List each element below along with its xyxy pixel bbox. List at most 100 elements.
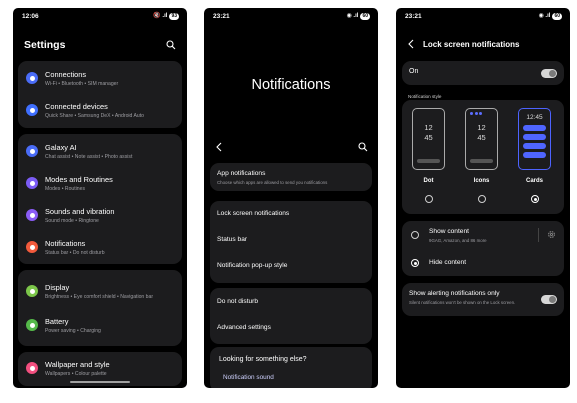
page-title: Notifications: [251, 77, 331, 93]
notification-style-label: Notification style: [408, 94, 442, 99]
notifications-screen: 23:21 ◉ .ıl 60 Notifications App notific…: [204, 8, 378, 388]
preview-card: [523, 143, 546, 149]
settings-item-subtitle: Wi-Fi • Bluetooth • SIM manager: [45, 81, 119, 87]
settings-item-title: Modes and Routines: [45, 175, 113, 184]
style-name-dot: Dot: [423, 178, 434, 184]
on-label: On: [409, 68, 419, 75]
preview-app-icons: [470, 112, 482, 115]
devices-icon: [26, 104, 38, 116]
radio-icons[interactable]: [478, 195, 486, 203]
lock-screen-notifications-screen: 23:21 ◉ .ıl 60 Lock screen notifications…: [396, 8, 570, 388]
notification-options-card: Lock screen notifications Status bar Not…: [210, 201, 372, 283]
do-not-disturb-item[interactable]: Do not disturb: [217, 298, 258, 305]
app-notifications-card[interactable]: App notifications Choose which apps are …: [210, 163, 372, 191]
settings-group-1: Connections Wi-Fi • Bluetooth • SIM mana…: [18, 61, 182, 128]
settings-item-subtitle: Quick Share • Samsung DeX • Android Auto: [45, 113, 144, 119]
settings-item-title: Battery: [45, 317, 69, 326]
settings-item-subtitle: Brightness • Eye comfort shield • Naviga…: [45, 294, 154, 300]
style-preview-dot[interactable]: 12 45: [412, 108, 445, 170]
advanced-settings-item[interactable]: Advanced settings: [217, 324, 271, 331]
back-arrow-icon[interactable]: [407, 39, 415, 49]
settings-screen: 12:06 🔇 .ıl 93 Settings Connections Wi-F…: [13, 8, 187, 388]
settings-item-modes-routines[interactable]: Modes and Routines Modes • Routines: [18, 170, 182, 200]
display-icon: [26, 285, 38, 297]
page-title: Lock screen notifications: [423, 40, 520, 49]
status-time: 23:21: [405, 13, 422, 20]
hide-content-label: Hide content: [429, 259, 467, 266]
battery-icon: 60: [552, 13, 562, 20]
settings-item-title: Connected devices: [45, 102, 108, 111]
preview-bar: [470, 159, 493, 163]
style-preview-cards[interactable]: 12:45: [518, 108, 551, 170]
radio-dot[interactable]: [425, 195, 433, 203]
status-bar: 12:06 🔇 .ıl 93: [22, 13, 179, 23]
status-time: 23:21: [213, 13, 230, 20]
settings-item-subtitle: Chat assist • Note assist • Photo assist: [45, 154, 133, 160]
gesture-bar[interactable]: [70, 381, 130, 383]
app-notifications-subtitle: Choose which apps are allowed to send yo…: [217, 180, 328, 185]
master-toggle[interactable]: [541, 69, 557, 78]
show-content-title: Show content: [429, 228, 469, 235]
modes-icon: [26, 177, 38, 189]
settings-item-galaxy-ai[interactable]: Galaxy AI Chat assist • Note assist • Ph…: [18, 138, 182, 168]
status-bar-item[interactable]: Status bar: [217, 236, 247, 243]
style-preview-icons[interactable]: 12 45: [465, 108, 498, 170]
status-bar: 23:21 ◉ .ıl 60: [405, 13, 562, 23]
alerting-only-card[interactable]: Show alerting notifications only Silent …: [402, 283, 564, 316]
radio-cards[interactable]: [531, 195, 539, 203]
looking-title: Looking for something else?: [219, 356, 307, 363]
preview-clock-minute: 45: [424, 133, 433, 142]
settings-item-title: Notifications: [45, 239, 86, 248]
radio-hide-content[interactable]: [411, 259, 419, 267]
status-icons: ◉ .ıl: [538, 13, 551, 19]
settings-item-title: Display: [45, 283, 70, 292]
bell-icon: [26, 241, 38, 253]
alerting-only-toggle[interactable]: [541, 295, 557, 304]
search-icon[interactable]: [166, 40, 176, 50]
preview-clock: 12:45: [526, 114, 543, 121]
battery-icon: 60: [360, 13, 370, 20]
notification-sound-link[interactable]: Notification sound: [223, 374, 274, 381]
app-notifications-title: App notifications: [217, 170, 266, 177]
divider: [538, 228, 539, 242]
preview-card: [523, 134, 546, 140]
settings-item-display[interactable]: Display Brightness • Eye comfort shield …: [18, 278, 182, 308]
settings-group-2: Galaxy AI Chat assist • Note assist • Ph…: [18, 134, 182, 264]
battery-icon: 93: [169, 13, 179, 20]
status-icons: ◉ .ıl: [346, 13, 359, 19]
preview-clock-hour: 12: [477, 123, 486, 132]
settings-item-connections[interactable]: Connections Wi-Fi • Bluetooth • SIM mana…: [18, 65, 182, 95]
settings-item-connected-devices[interactable]: Connected devices Quick Share • Samsung …: [18, 97, 182, 127]
preview-clock-minute: 45: [477, 133, 486, 142]
radio-show-content[interactable]: [411, 231, 419, 239]
preview-bar: [417, 159, 440, 163]
status-time: 12:06: [22, 13, 39, 20]
style-name-icons: Icons: [473, 178, 490, 184]
settings-item-subtitle: Status bar • Do not disturb: [45, 250, 105, 256]
battery-icon: [26, 319, 38, 331]
gear-icon[interactable]: [547, 230, 556, 239]
back-arrow-icon[interactable]: [215, 142, 223, 152]
popup-style-item[interactable]: Notification pop-up style: [217, 262, 287, 269]
settings-item-title: Galaxy AI: [45, 143, 77, 152]
settings-item-sounds[interactable]: Sounds and vibration Sound mode • Ringto…: [18, 202, 182, 232]
sound-icon: [26, 209, 38, 221]
ai-icon: [26, 145, 38, 157]
notification-style-card: 12 45 Dot 12 45 Icons 12:45 Cards: [402, 100, 564, 214]
wifi-icon: [26, 72, 38, 84]
master-switch-card[interactable]: On: [402, 61, 564, 85]
content-visibility-card: Show content 9GAG, Amazon, and 86 more H…: [402, 221, 564, 276]
wallpaper-icon: [26, 362, 38, 374]
alerting-only-subtitle: Silent notifications won't be shown on t…: [409, 300, 516, 305]
settings-item-battery[interactable]: Battery Power saving • Charging: [18, 312, 182, 342]
status-bar: 23:21 ◉ .ıl 60: [213, 13, 370, 23]
settings-item-subtitle: Modes • Routines: [45, 186, 86, 192]
settings-item-title: Sounds and vibration: [45, 207, 115, 216]
search-icon[interactable]: [358, 142, 368, 152]
lock-screen-notifications-item[interactable]: Lock screen notifications: [217, 210, 289, 217]
status-icons: 🔇 .ıl: [153, 13, 168, 19]
settings-item-notifications[interactable]: Notifications Status bar • Do not distur…: [18, 234, 182, 264]
settings-item-title: Wallpaper and style: [45, 360, 110, 369]
preview-card: [523, 125, 546, 131]
settings-group-3: Display Brightness • Eye comfort shield …: [18, 270, 182, 346]
